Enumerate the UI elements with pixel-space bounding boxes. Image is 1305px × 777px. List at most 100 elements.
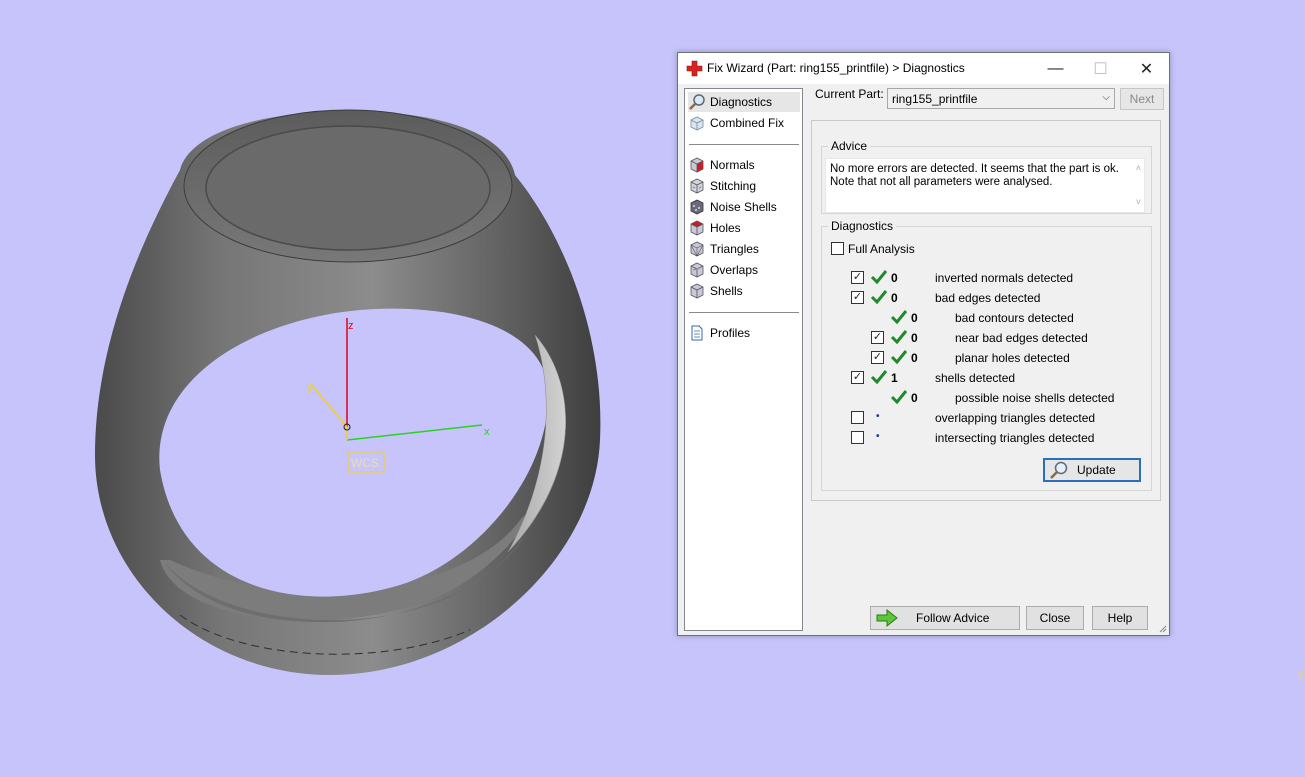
current-part-label: Current Part: bbox=[815, 87, 884, 101]
nav-item-label: Shells bbox=[710, 284, 743, 298]
pending-dot-icon: • bbox=[876, 431, 880, 442]
follow-advice-label: Follow Advice bbox=[916, 611, 990, 625]
combined-fix-icon bbox=[690, 116, 704, 131]
scroll-down-icon[interactable]: ˅ bbox=[1136, 196, 1141, 209]
advice-group: Advice No more errors are detected. It s… bbox=[821, 139, 1152, 214]
nav-item-label: Normals bbox=[710, 158, 755, 172]
nav-item-noise-shells[interactable]: Noise Shells bbox=[688, 197, 800, 217]
check-icon bbox=[890, 330, 908, 345]
check-icon bbox=[870, 370, 888, 385]
row-checkbox[interactable]: ✓ bbox=[871, 331, 884, 344]
document-icon bbox=[691, 325, 703, 341]
maximize-button[interactable]: ☐ bbox=[1078, 53, 1123, 84]
overlaps-cube-icon bbox=[690, 262, 704, 278]
row-label: near bad edges detected bbox=[955, 331, 1088, 345]
row-checkbox[interactable]: ✓ bbox=[871, 351, 884, 364]
diagnostics-group: Diagnostics Full Analysis ✓ 0 inverted n… bbox=[821, 219, 1152, 491]
check-icon bbox=[870, 290, 888, 305]
row-label: possible noise shells detected bbox=[955, 391, 1115, 405]
window-title: Fix Wizard (Part: ring155_printfile) > D… bbox=[707, 61, 965, 75]
next-button[interactable]: Next bbox=[1120, 88, 1164, 110]
holes-cube-icon bbox=[690, 220, 704, 236]
minimize-button[interactable]: — bbox=[1033, 53, 1078, 84]
current-part-value: ring155_printfile bbox=[892, 92, 978, 106]
pending-dot-icon: • bbox=[876, 411, 880, 422]
nav-item-label: Holes bbox=[710, 221, 741, 235]
nav-item-triangles[interactable]: Triangles bbox=[688, 239, 800, 259]
fix-wizard-dialog: Fix Wizard (Part: ring155_printfile) > D… bbox=[677, 52, 1170, 636]
chevron-down-icon: ⌵ bbox=[1102, 92, 1110, 103]
row-checkbox[interactable]: ✓ bbox=[851, 271, 864, 284]
wizard-step-list[interactable]: Diagnostics Combined Fix Normals Stitchi… bbox=[684, 88, 803, 631]
nav-item-normals[interactable]: Normals bbox=[688, 155, 800, 175]
title-bar[interactable]: Fix Wizard (Part: ring155_printfile) > D… bbox=[678, 53, 1169, 84]
row-count: 0 bbox=[891, 271, 898, 285]
row-count: 0 bbox=[911, 351, 918, 365]
nav-item-label: Combined Fix bbox=[710, 116, 785, 130]
nav-item-overlaps[interactable]: Overlaps bbox=[688, 260, 800, 280]
update-label: Update bbox=[1077, 463, 1116, 477]
corner-axis-mark: Y bbox=[1297, 668, 1305, 682]
current-part-select[interactable]: ring155_printfile ⌵ bbox=[887, 88, 1115, 109]
check-icon bbox=[890, 350, 908, 365]
shells-cube-icon bbox=[690, 283, 704, 299]
nav-item-holes[interactable]: Holes bbox=[688, 218, 800, 238]
row-label: shells detected bbox=[935, 371, 1016, 385]
nav-item-stitching[interactable]: Stitching bbox=[688, 176, 800, 196]
row-count: 0 bbox=[911, 311, 918, 325]
triangles-cube-icon bbox=[690, 241, 704, 257]
wcs-label: WCS bbox=[351, 456, 379, 470]
resize-grip-icon[interactable] bbox=[1157, 623, 1167, 633]
row-count: 1 bbox=[891, 371, 898, 385]
check-icon bbox=[870, 270, 888, 285]
update-button[interactable]: Update bbox=[1043, 458, 1141, 482]
red-cross-icon bbox=[686, 60, 703, 77]
close-window-button[interactable]: ✕ bbox=[1124, 53, 1169, 84]
help-button[interactable]: Help bbox=[1092, 606, 1148, 630]
row-checkbox[interactable]: ✓ bbox=[851, 291, 864, 304]
nav-item-profiles[interactable]: Profiles bbox=[688, 323, 800, 343]
check-icon bbox=[890, 390, 908, 405]
signet-face bbox=[205, 125, 491, 251]
row-label: bad contours detected bbox=[955, 311, 1074, 325]
advice-line-1: No more errors are detected. It seems th… bbox=[830, 163, 1119, 175]
nav-item-label: Stitching bbox=[710, 179, 757, 193]
nav-item-combined-fix[interactable]: Combined Fix bbox=[688, 113, 800, 133]
row-label: inverted normals detected bbox=[935, 271, 1074, 285]
z-axis-label: z bbox=[348, 320, 354, 332]
nav-item-shells[interactable]: Shells bbox=[688, 281, 800, 301]
nav-item-diagnostics[interactable]: Diagnostics bbox=[688, 92, 800, 112]
nav-item-label: Overlaps bbox=[710, 263, 759, 277]
row-checkbox[interactable]: ✓ bbox=[851, 371, 864, 384]
advice-line-2: Note that not all parameters were analys… bbox=[830, 176, 1053, 188]
magnifier-icon bbox=[1050, 461, 1068, 479]
scroll-up-icon[interactable]: ˄ bbox=[1136, 162, 1141, 175]
nav-divider bbox=[689, 144, 799, 145]
close-button[interactable]: Close bbox=[1026, 606, 1084, 630]
full-analysis-label: Full Analysis bbox=[848, 242, 915, 256]
check-icon bbox=[890, 310, 908, 325]
row-label: planar holes detected bbox=[955, 351, 1070, 365]
nav-item-label: Profiles bbox=[710, 326, 751, 340]
y-axis-label: y bbox=[307, 382, 313, 394]
row-checkbox[interactable] bbox=[851, 411, 864, 424]
normals-cube-icon bbox=[690, 157, 704, 173]
full-analysis-checkbox[interactable] bbox=[831, 242, 844, 255]
row-label: intersecting triangles detected bbox=[935, 431, 1095, 445]
noise-shells-icon bbox=[690, 199, 704, 215]
x-axis-label: x bbox=[484, 426, 490, 438]
magnifier-icon bbox=[689, 94, 705, 110]
row-label: overlapping triangles detected bbox=[935, 411, 1096, 425]
nav-item-label: Triangles bbox=[710, 242, 759, 256]
follow-advice-button[interactable]: Follow Advice bbox=[870, 606, 1020, 630]
advice-title: Advice bbox=[828, 139, 871, 153]
stitching-cube-icon bbox=[690, 178, 704, 194]
advice-text-box[interactable]: No more errors are detected. It seems th… bbox=[825, 158, 1145, 213]
diagnostics-panel: Advice No more errors are detected. It s… bbox=[811, 120, 1161, 501]
row-checkbox[interactable] bbox=[851, 431, 864, 444]
diagnostics-title: Diagnostics bbox=[828, 219, 897, 233]
row-count: 0 bbox=[911, 331, 918, 345]
nav-item-label: Diagnostics bbox=[710, 95, 773, 109]
row-label: bad edges detected bbox=[935, 291, 1041, 305]
row-count: 0 bbox=[891, 291, 898, 305]
